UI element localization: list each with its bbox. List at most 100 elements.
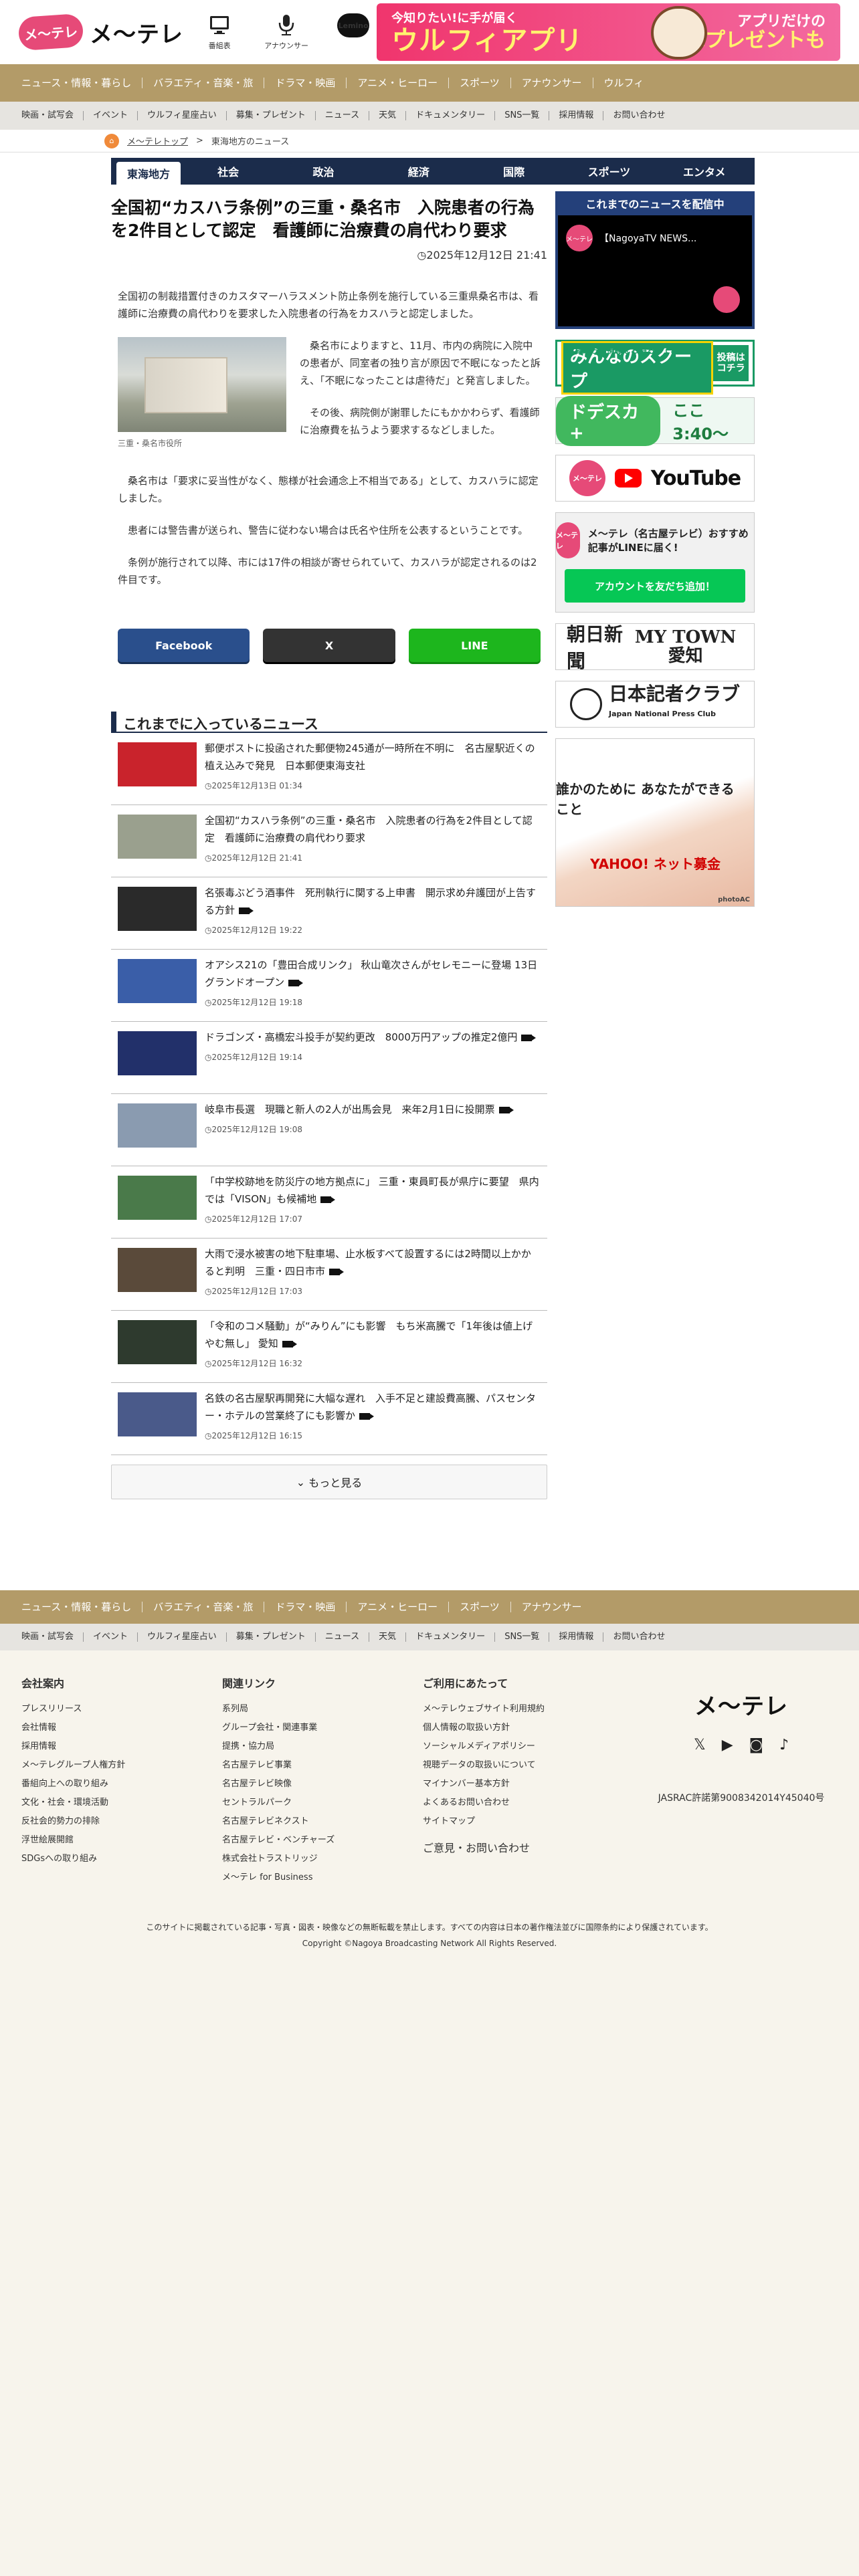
yahoo-donation-banner[interactable]: 誰かのために あなたができること YAHOO! ネット募金 photoAC (555, 738, 755, 907)
tab-entertainment[interactable]: エンタメ (657, 158, 752, 185)
footer-nav-item[interactable]: ドラマ・映画 (264, 1602, 347, 1612)
footer-link[interactable]: 反社会的勢力の排除 (21, 1812, 222, 1831)
more-button[interactable]: ⌄ もっと見る (111, 1465, 547, 1499)
share-facebook-button[interactable]: Facebook (118, 629, 250, 662)
news-list-item[interactable]: 名鉄の名古屋駅再開発に大幅な遅れ 入手不足と建設費高騰、パスセンター・ホテルの営… (111, 1383, 547, 1455)
footer-link[interactable]: グループ会社・関連事業 (222, 1719, 423, 1737)
press-club-banner[interactable]: 日本記者クラブ Japan National Press Club (555, 681, 755, 728)
footer-link[interactable]: 視聴データの取扱いについて (423, 1756, 624, 1775)
footer-sub-nav-item[interactable]: 天気 (369, 1632, 407, 1642)
tab-politics[interactable]: 政治 (276, 158, 371, 185)
footer-link[interactable]: 採用情報 (21, 1737, 222, 1756)
footer-link[interactable]: 提携・協力局 (222, 1737, 423, 1756)
footer-nav-item[interactable]: ニュース・情報・暮らし (16, 1602, 143, 1612)
sub-nav-item[interactable]: 映画・試写会 (16, 111, 84, 120)
program-guide-link[interactable]: 番組表 (196, 13, 243, 51)
footer-link[interactable]: メ〜テレグループ人権方針 (21, 1756, 222, 1775)
breadcrumb-home-link[interactable]: メ〜テレトップ (127, 134, 188, 147)
main-nav-item[interactable]: ニュース・情報・暮らし (16, 78, 143, 88)
tab-international[interactable]: 国際 (466, 158, 561, 185)
footer-link[interactable]: 名古屋テレビ事業 (222, 1756, 423, 1775)
footer-nav-item[interactable]: アニメ・ヒーロー (347, 1602, 450, 1612)
news-list-item[interactable]: 郵便ポストに投函された郵便物245通が一時所在不明に 名古屋駅近くの植え込みで発… (111, 733, 547, 805)
sub-nav-item[interactable]: ドキュメンタリー (406, 111, 496, 120)
sub-nav-item[interactable]: ウルフィ星座占い (138, 111, 227, 120)
news-list-item[interactable]: 大雨で浸水被害の地下駐車場、止水板すべて設置するには2時間以上かかると判明 三重… (111, 1239, 547, 1311)
footer-link[interactable]: 浮世絵展開館 (21, 1831, 222, 1850)
footer-nav-item[interactable]: アナウンサー (511, 1602, 593, 1612)
footer-nav-item[interactable]: スポーツ (449, 1602, 511, 1612)
footer-contact-link[interactable]: ご意見・お問い合わせ (423, 1839, 624, 1858)
youtube-icon[interactable]: ▶ (722, 1737, 733, 1753)
main-nav-item[interactable]: ドラマ・映画 (264, 78, 347, 88)
youtube-banner[interactable]: メ〜テレ YouTube (555, 455, 755, 502)
tab-economy[interactable]: 経済 (371, 158, 466, 185)
announcer-link[interactable]: アナウンサー (263, 13, 310, 51)
news-list-item[interactable]: 名張毒ぶどう酒事件 死刑執行に関する上申書 開示求め弁護団が上告する方針 ◷202… (111, 877, 547, 950)
sub-nav-item[interactable]: イベント (84, 111, 138, 120)
footer-link[interactable]: プレスリリース (21, 1700, 222, 1719)
wolfy-app-banner[interactable]: 今知りたい!に手が届く ウルフィアプリ アプリだけの 豪華プレゼントも (377, 3, 840, 61)
footer-link[interactable]: よくあるお問い合わせ (423, 1794, 624, 1812)
footer-link[interactable]: 個人情報の取扱い方針 (423, 1719, 624, 1737)
sub-nav-item[interactable]: ニュース (316, 111, 370, 120)
news-list-item[interactable]: オアシス21の「豊田合成リンク」 秋山竜次さんがセレモニーに登場 13日グランド… (111, 950, 547, 1022)
line-icon[interactable]: ◙ (749, 1737, 763, 1753)
news-list-item[interactable]: 全国初“カスハラ条例”の三重・桑名市 入院患者の行為を2件目として認定 看護師に… (111, 805, 547, 877)
footer-sub-nav-item[interactable]: お問い合わせ (603, 1632, 674, 1642)
sub-nav-item[interactable]: 募集・プレゼント (227, 111, 316, 120)
footer-link[interactable]: ソーシャルメディアポリシー (423, 1737, 624, 1756)
footer-link[interactable]: 名古屋テレビネクスト (222, 1812, 423, 1831)
footer-link[interactable]: サイトマップ (423, 1812, 624, 1831)
tab-tokai[interactable]: 東海地方 (116, 162, 181, 185)
tab-society[interactable]: 社会 (181, 158, 276, 185)
footer-sub-nav-item[interactable]: 募集・プレゼント (227, 1632, 316, 1642)
footer-sub-nav-item[interactable]: イベント (84, 1632, 138, 1642)
sub-nav-item[interactable]: お問い合わせ (603, 111, 674, 120)
line-add-friend-button[interactable]: アカウントを友だち追加！ (565, 569, 745, 603)
site-logo[interactable]: メ〜テレ メ〜テレ (17, 13, 192, 51)
footer-link[interactable]: 会社情報 (21, 1719, 222, 1737)
news-list-item[interactable]: ドラゴンズ・高橋宏斗投手が契約更改 8000万円アップの推定2億円 ◷2025年1… (111, 1022, 547, 1094)
tiktok-icon[interactable]: ♪ (779, 1737, 789, 1753)
main-nav-item[interactable]: アナウンサー (511, 78, 593, 88)
footer-link[interactable]: 名古屋テレビ・ベンチャーズ (222, 1831, 423, 1850)
footer-link[interactable]: 株式会社トラストリッジ (222, 1850, 423, 1868)
footer-sub-nav-item[interactable]: ウルフィ星座占い (138, 1632, 227, 1642)
footer-sub-nav-item[interactable]: 採用情報 (549, 1632, 604, 1642)
sub-nav-item[interactable]: SNS一覧 (495, 111, 550, 120)
footer-link[interactable]: 系列局 (222, 1700, 423, 1719)
footer-sub-nav-item[interactable]: 映画・試写会 (16, 1632, 84, 1642)
video-player[interactable]: メ〜テレ 【NagoyaTV NEWS... (558, 215, 752, 326)
footer-link[interactable]: セントラルパーク (222, 1794, 423, 1812)
main-nav-item[interactable]: アニメ・ヒーロー (347, 78, 450, 88)
footer-sub-nav-item[interactable]: SNS一覧 (495, 1632, 550, 1642)
footer-link[interactable]: メ〜テレウェブサイト利用規約 (423, 1700, 624, 1719)
sub-nav-item[interactable]: 天気 (369, 111, 407, 120)
footer-link[interactable]: マイナンバー基本方針 (423, 1775, 624, 1794)
footer-sub-nav-item[interactable]: ニュース (316, 1632, 370, 1642)
lemino-link[interactable]: Lemino (330, 13, 377, 51)
asahi-mytown-banner[interactable]: 朝日新聞 MY TOWN 愛知 (555, 623, 755, 672)
share-x-button[interactable]: X (263, 629, 395, 662)
share-line-button[interactable]: LINE (408, 629, 541, 662)
main-nav-item[interactable]: スポーツ (449, 78, 511, 88)
news-list-item[interactable]: 「令和のコメ騒動」が“みりん”にも影響 もち米高騰で「1年後は値上げやむ無し」 … (111, 1311, 547, 1383)
footer-sub-nav-item[interactable]: ドキュメンタリー (406, 1632, 496, 1642)
footer-nav-item[interactable]: バラエティ・音楽・旅 (142, 1602, 265, 1612)
city-hall-photo (118, 337, 286, 432)
news-list-item[interactable]: 「中学校跡地を防災庁の地方拠点に」 三重・東員町長が県庁に要望 県内では「VIS… (111, 1166, 547, 1239)
footer-link[interactable]: SDGsへの取り組み (21, 1850, 222, 1868)
footer-link[interactable]: 番組向上への取り組み (21, 1775, 222, 1794)
x-icon[interactable]: 𝕏 (694, 1737, 706, 1753)
tab-sports[interactable]: スポーツ (561, 158, 656, 185)
sub-nav-item[interactable]: 採用情報 (549, 111, 604, 120)
main-nav-item[interactable]: バラエティ・音楽・旅 (142, 78, 265, 88)
news-list-item[interactable]: 岐阜市長選 現職と新人の2人が出馬会見 来年2月1日に投開票 ◷2025年12月1… (111, 1094, 547, 1166)
main-nav-item[interactable]: ウルフィ (593, 78, 655, 88)
footer-link[interactable]: メ〜テレ for Business (222, 1868, 423, 1887)
scoop-banner[interactable]: 皆様からの情報をお待ちしております みんなのスクープ 投稿はコチラ (555, 340, 755, 395)
dodesuka-banner[interactable]: ドデスカ+ ここ3:40〜 (555, 395, 755, 446)
footer-link[interactable]: 名古屋テレビ映像 (222, 1775, 423, 1794)
footer-link[interactable]: 文化・社会・環境活動 (21, 1794, 222, 1812)
